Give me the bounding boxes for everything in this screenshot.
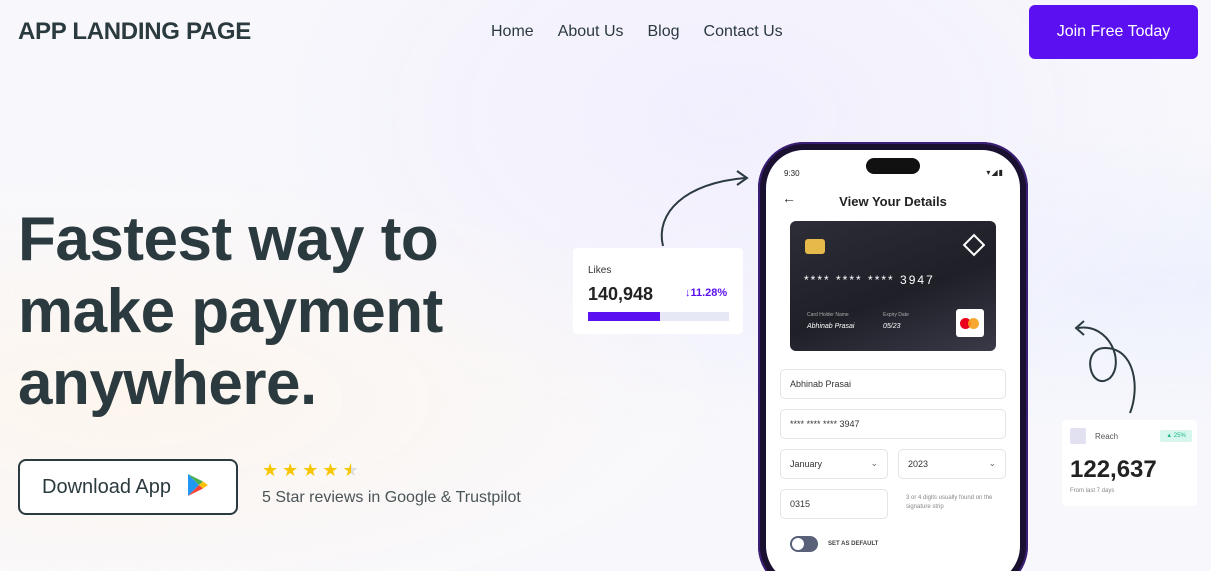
star-half-icon: ★ bbox=[342, 460, 359, 480]
hero-title: Fastest way to make payment anywhere. bbox=[18, 204, 488, 420]
card-expiry-label: Expiry Date bbox=[883, 312, 909, 318]
join-free-button[interactable]: Join Free Today bbox=[1029, 5, 1198, 59]
default-toggle-label: SET AS DEFAULT bbox=[828, 541, 879, 547]
card-logo-icon bbox=[962, 233, 986, 257]
month-select[interactable]: January ⌄ bbox=[780, 449, 888, 479]
reach-icon bbox=[1070, 428, 1086, 444]
nav-home[interactable]: Home bbox=[491, 23, 534, 41]
reach-badge: ▲ 25% bbox=[1160, 430, 1192, 442]
reviews-text: 5 Star reviews in Google & Trustpilot bbox=[262, 489, 521, 506]
reach-subtitle: From last 7 days bbox=[1070, 488, 1115, 494]
main-nav: Home About Us Blog Contact Us bbox=[491, 23, 783, 41]
card-number: **** **** **** 3947 bbox=[804, 273, 935, 287]
mastercard-icon bbox=[956, 309, 984, 337]
chevron-down-icon: ⌄ bbox=[988, 458, 996, 468]
curved-arrow-right-icon bbox=[1074, 320, 1136, 414]
status-icons: ▾◢▮ bbox=[986, 168, 1004, 177]
chevron-down-icon: ⌄ bbox=[870, 458, 878, 468]
nav-about-us[interactable]: About Us bbox=[558, 23, 624, 41]
month-value: January bbox=[790, 459, 823, 469]
brand-logo[interactable]: APP LANDING PAGE bbox=[18, 18, 251, 46]
star-rating: ★ ★ ★ ★ ★ bbox=[262, 460, 359, 481]
likes-value: 140,948 bbox=[588, 284, 654, 304]
likes-delta: ↓11.28% bbox=[685, 287, 728, 299]
screen-title: View Your Details bbox=[839, 194, 947, 209]
star-icon: ★ bbox=[302, 460, 319, 480]
download-app-label: Download App bbox=[42, 475, 171, 498]
default-toggle[interactable] bbox=[790, 536, 818, 552]
curved-arrow-left-icon bbox=[660, 170, 749, 247]
phone-screen: 9:30 ▾◢▮ ← View Your Details **** **** *… bbox=[766, 150, 1020, 571]
name-field[interactable]: Abhinab Prasai bbox=[780, 369, 1006, 399]
hero-title-line-3: anywhere. bbox=[18, 349, 317, 418]
nav-blog[interactable]: Blog bbox=[648, 23, 680, 41]
card-chip-icon bbox=[805, 239, 825, 254]
card-holder-label: Card Holder Name bbox=[807, 312, 849, 318]
reach-value: 122,637 bbox=[1070, 456, 1157, 483]
google-play-icon bbox=[187, 473, 209, 502]
nav-contact-us[interactable]: Contact Us bbox=[704, 23, 783, 41]
reach-stat-card: Reach ▲ 25% 122,637 From last 7 days bbox=[1062, 420, 1197, 506]
likes-progress-fill bbox=[588, 312, 660, 321]
cvv-hint: 3 or 4 digits usually found on the signa… bbox=[906, 495, 993, 510]
cvv-field[interactable]: 0315 bbox=[780, 489, 888, 519]
reach-label: Reach bbox=[1095, 432, 1119, 441]
likes-label: Likes bbox=[588, 265, 612, 276]
status-time: 9:30 bbox=[784, 169, 800, 178]
likes-progress-bar bbox=[588, 312, 729, 321]
card-holder-name: Abhinab Prasai bbox=[807, 323, 855, 330]
phone-mockup: 9:30 ▾◢▮ ← View Your Details **** **** *… bbox=[758, 142, 1028, 571]
card-expiry: 05/23 bbox=[883, 323, 901, 330]
star-icon: ★ bbox=[322, 460, 339, 480]
hero-title-line-2: make payment bbox=[18, 277, 443, 346]
download-app-button[interactable]: Download App bbox=[18, 459, 238, 515]
phone-notch bbox=[866, 158, 920, 174]
year-select[interactable]: 2023 ⌄ bbox=[898, 449, 1006, 479]
star-icon: ★ bbox=[282, 460, 299, 480]
hero-title-line-1: Fastest way to bbox=[18, 205, 439, 274]
likes-stat-card: Likes 140,948 ↓11.28% bbox=[573, 248, 743, 334]
credit-card: **** **** **** 3947 Card Holder Name Abh… bbox=[790, 221, 996, 351]
card-number-field[interactable]: **** **** **** 3947 bbox=[780, 409, 1006, 439]
year-value: 2023 bbox=[908, 459, 929, 469]
star-icon: ★ bbox=[262, 460, 279, 480]
